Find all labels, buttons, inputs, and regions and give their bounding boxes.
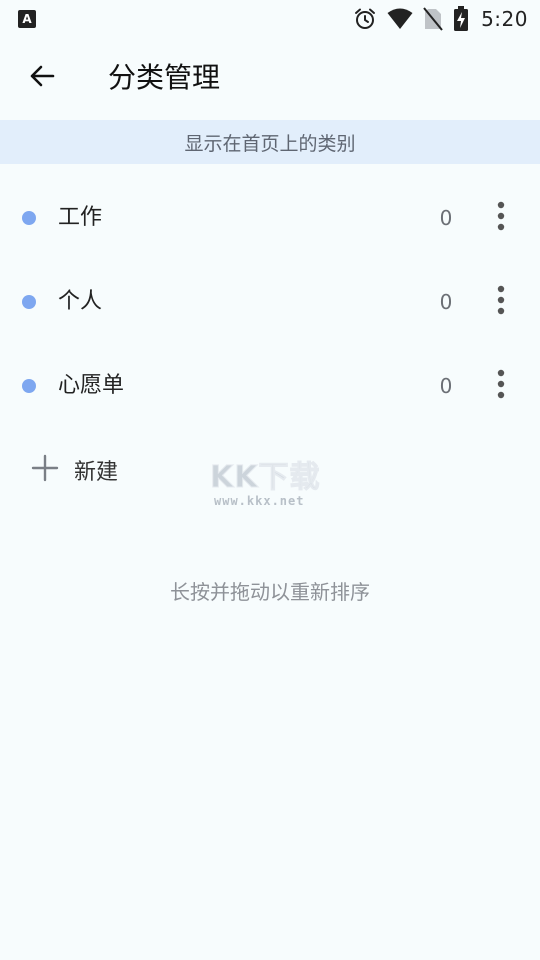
more-options-button[interactable]	[478, 362, 524, 410]
category-count: 0	[439, 290, 453, 314]
battery-charging-icon	[453, 6, 469, 32]
back-button[interactable]	[18, 54, 66, 102]
plus-icon	[30, 453, 60, 487]
home-categories-banner: 显示在首页上的类别	[0, 120, 540, 164]
app-notification-icon: A	[18, 10, 36, 28]
new-category-label: 新建	[74, 460, 119, 485]
status-time: 5:20	[481, 7, 528, 31]
new-category-button[interactable]: 新建	[30, 444, 118, 496]
app-bar: 分类管理	[0, 38, 540, 120]
category-color-dot	[22, 379, 36, 393]
more-options-button[interactable]	[478, 278, 524, 326]
more-vert-icon	[497, 369, 505, 403]
more-vert-icon	[497, 201, 505, 235]
more-vert-icon	[497, 285, 505, 319]
category-list: 工作 0 个人 0 心愿单 0	[0, 176, 540, 428]
category-row[interactable]: 个人 0	[0, 260, 540, 344]
category-count: 0	[439, 374, 453, 398]
category-row[interactable]: 工作 0	[0, 176, 540, 260]
page-title: 分类管理	[108, 61, 221, 94]
no-sim-icon	[423, 7, 443, 31]
status-icons: 5:20	[353, 6, 528, 32]
category-label: 工作	[58, 205, 103, 230]
category-color-dot	[22, 211, 36, 225]
category-label: 个人	[58, 289, 103, 314]
alarm-icon	[353, 7, 377, 31]
arrow-left-icon	[28, 62, 56, 94]
watermark-url: www.kkx.net	[214, 494, 305, 508]
banner-text: 显示在首页上的类别	[184, 132, 356, 155]
category-label: 心愿单	[58, 373, 125, 398]
watermark: KK下载 www.kkx.net	[210, 452, 334, 514]
category-row[interactable]: 心愿单 0	[0, 344, 540, 428]
category-color-dot	[22, 295, 36, 309]
watermark-logo: KK下载	[210, 460, 321, 496]
status-bar: A 5:20	[0, 0, 540, 38]
wifi-icon	[387, 8, 413, 30]
reorder-hint: 长按并拖动以重新排序	[170, 580, 370, 604]
more-options-button[interactable]	[478, 194, 524, 242]
category-count: 0	[439, 206, 453, 230]
